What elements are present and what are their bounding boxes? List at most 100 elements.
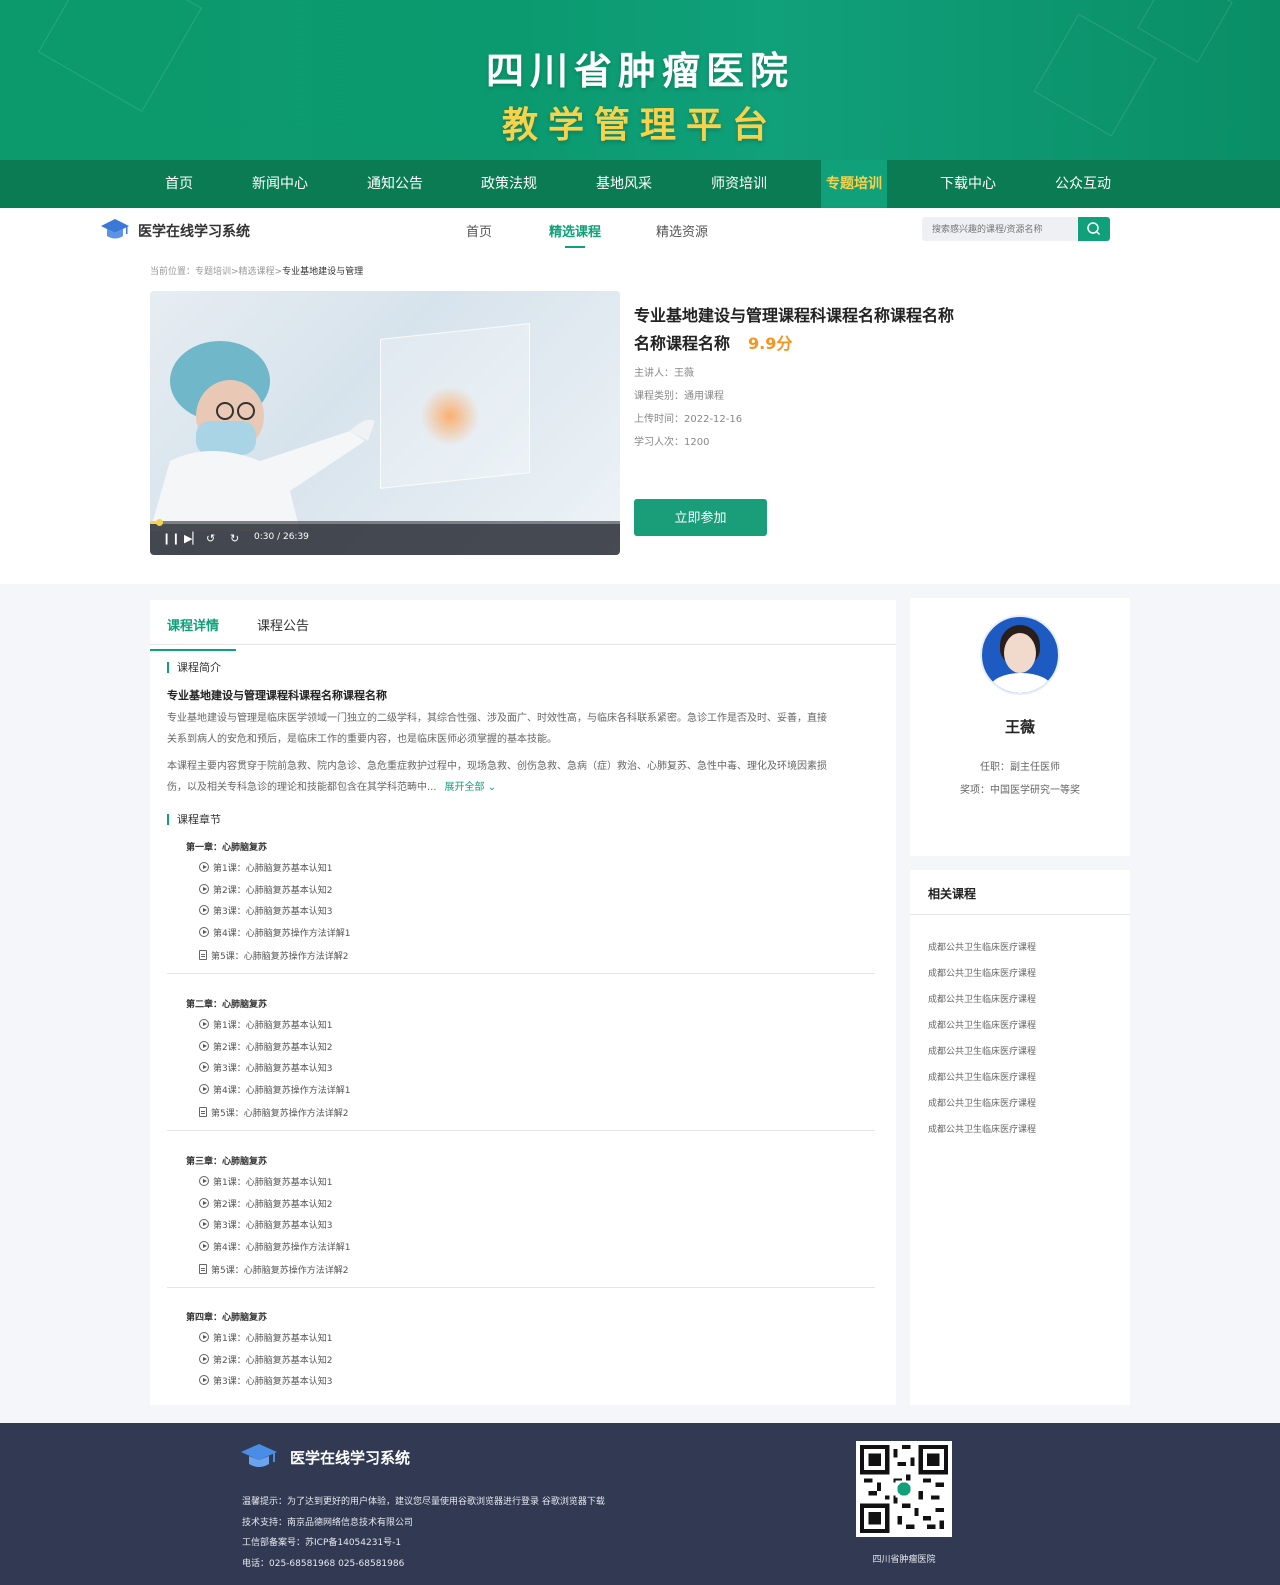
lesson-item[interactable]: 第3课：心肺脑复苏基本认知3 bbox=[199, 1375, 332, 1387]
avatar-body bbox=[990, 673, 1052, 693]
intro-p1-line1: 专业基地建设与管理是临床医学领域一门独立的二级学科，其综合性强、涉及面广、时效性… bbox=[167, 713, 827, 724]
expand-all-link[interactable]: 展开全部 ⌄ bbox=[445, 782, 497, 793]
search-input[interactable] bbox=[922, 217, 1077, 241]
lesson-item[interactable]: 第1课：心肺脑复苏基本认知1 bbox=[199, 1176, 332, 1188]
intro-heading: 专业基地建设与管理课程科课程名称课程名称 bbox=[167, 689, 387, 702]
course-score: 9.9分 bbox=[748, 334, 793, 353]
related-item[interactable]: 成都公共卫生临床医疗课程 bbox=[928, 1044, 1036, 1057]
tab-home[interactable]: 首页 bbox=[466, 221, 492, 240]
document-icon bbox=[199, 950, 207, 960]
banner-subtitle: 教学管理平台 bbox=[501, 105, 778, 146]
play-icon bbox=[199, 862, 209, 872]
rewind-icon[interactable]: ↺ bbox=[206, 533, 215, 545]
next-icon[interactable]: ▶▏ bbox=[184, 533, 201, 545]
course-content: 课程详情 课程公告 课程简介 专业基地建设与管理课程科课程名称课程名称 专业基地… bbox=[149, 600, 896, 1405]
lesson-item[interactable]: 第3课：心肺脑复苏基本认知3 bbox=[199, 1219, 332, 1231]
nav-item-base[interactable]: 基地风采 bbox=[591, 160, 657, 208]
intro-p1-line2: 关系到病人的安危和预后，是临床工作的重要内容，也是临床医师必须掌握的基本技能。 bbox=[167, 734, 557, 745]
play-icon bbox=[199, 1354, 209, 1364]
nav-item-home[interactable]: 首页 bbox=[146, 160, 212, 208]
lesson-label: 第2课：心肺脑复苏基本认知2 bbox=[213, 1043, 333, 1053]
nav-item-public[interactable]: 公众互动 bbox=[1050, 160, 1116, 208]
video-controls: ❙❙ ▶▏ ↺ ↻ 0:30 / 26:39 bbox=[150, 519, 620, 555]
play-icon bbox=[199, 1219, 209, 1229]
lesson-item[interactable]: 第5课：心肺脑复苏操作方法详解2 bbox=[199, 950, 348, 962]
lesson-item[interactable]: 第1课：心肺脑复苏基本认知1 bbox=[199, 1019, 332, 1031]
video-player[interactable]: ❙❙ ▶▏ ↺ ↻ 0:30 / 26:39 bbox=[150, 291, 620, 555]
nav-item-topic-training[interactable]: 专题培训 bbox=[821, 160, 887, 208]
video-progress-bar[interactable] bbox=[150, 521, 620, 524]
banner: 四川省肿瘤医院 教学管理平台 bbox=[0, 0, 1280, 160]
lesson-label: 第4课：心肺脑复苏操作方法详解1 bbox=[213, 1086, 351, 1096]
document-icon bbox=[199, 1264, 207, 1274]
lesson-item[interactable]: 第2课：心肺脑复苏基本认知2 bbox=[199, 1354, 332, 1366]
chapter-title: 第一章：心肺脑复苏 bbox=[186, 843, 268, 853]
related-item[interactable]: 成都公共卫生临床医疗课程 bbox=[928, 1096, 1036, 1109]
play-icon bbox=[199, 1019, 209, 1029]
search-button[interactable] bbox=[1078, 217, 1110, 241]
related-title: 相关课程 bbox=[928, 887, 977, 901]
footer-phone: 电话：025-68581968 025-68581986 bbox=[242, 1559, 405, 1569]
lesson-label: 第1课：心肺脑复苏基本认知1 bbox=[213, 864, 333, 874]
lesson-item[interactable]: 第4课：心肺脑复苏操作方法详解1 bbox=[199, 1241, 350, 1253]
lesson-item[interactable]: 第1课：心肺脑复苏基本认知1 bbox=[199, 1332, 332, 1344]
breadcrumb-current: 专业基地建设与管理 bbox=[282, 267, 364, 277]
join-button[interactable]: 立即参加 bbox=[634, 499, 767, 536]
course-lecturer: 主讲人：王薇 bbox=[634, 368, 694, 379]
lesson-item[interactable]: 第5课：心肺脑复苏操作方法详解2 bbox=[199, 1264, 348, 1276]
pause-icon[interactable]: ❙❙ bbox=[162, 533, 180, 545]
nav-item-download[interactable]: 下载中心 bbox=[935, 160, 1001, 208]
play-icon bbox=[199, 1241, 209, 1251]
avatar-face bbox=[1004, 633, 1036, 673]
lesson-item[interactable]: 第2课：心肺脑复苏基本认知2 bbox=[199, 1041, 332, 1053]
course-title-line2: 名称课程名称 bbox=[634, 334, 731, 353]
search-icon bbox=[1087, 222, 1101, 236]
lesson-label: 第4课：心肺脑复苏操作方法详解1 bbox=[213, 929, 351, 939]
tab-course-detail[interactable]: 课程详情 bbox=[149, 615, 237, 651]
lesson-label: 第3课：心肺脑复苏基本认知3 bbox=[213, 1064, 333, 1074]
tab-course-notice[interactable]: 课程公告 bbox=[257, 615, 309, 634]
qr-code-image bbox=[860, 1445, 948, 1533]
related-item[interactable]: 成都公共卫生临床医疗课程 bbox=[928, 1122, 1036, 1135]
tab-selected-courses[interactable]: 精选课程 bbox=[549, 221, 601, 248]
lesson-item[interactable]: 第4课：心肺脑复苏操作方法详解1 bbox=[199, 1084, 350, 1096]
breadcrumb-path[interactable]: 当前位置：专题培训>精选课程> bbox=[150, 267, 282, 277]
related-item[interactable]: 成都公共卫生临床医疗课程 bbox=[928, 966, 1036, 979]
related-item[interactable]: 成都公共卫生临床医疗课程 bbox=[928, 1018, 1036, 1031]
teacher-name: 王薇 bbox=[1004, 718, 1035, 736]
play-icon bbox=[199, 1198, 209, 1208]
teacher-card: 王薇 任职：副主任医师 奖项：中国医学研究一等奖 bbox=[910, 598, 1130, 856]
related-item[interactable]: 成都公共卫生临床医疗课程 bbox=[928, 940, 1036, 953]
video-progress-knob[interactable] bbox=[155, 519, 163, 526]
lesson-item[interactable]: 第3课：心肺脑复苏基本认知3 bbox=[199, 905, 332, 917]
lesson-item[interactable]: 第2课：心肺脑复苏基本认知2 bbox=[199, 1198, 332, 1210]
footer: 医学在线学习系统 温馨提示：为了达到更好的用户体验，建议您尽量使用谷歌浏览器进行… bbox=[0, 1423, 1280, 1585]
lesson-item[interactable]: 第1课：心肺脑复苏基本认知1 bbox=[199, 862, 332, 874]
breadcrumb: 当前位置：专题培训>精选课程>专业基地建设与管理 bbox=[150, 264, 363, 277]
footer-tip: 温馨提示：为了达到更好的用户体验，建议您尽量使用谷歌浏览器进行登录 谷歌浏览器下… bbox=[242, 1497, 605, 1507]
nav-item-notice[interactable]: 通知公告 bbox=[362, 160, 428, 208]
related-item[interactable]: 成都公共卫生临床医疗课程 bbox=[928, 992, 1036, 1005]
lesson-item[interactable]: 第3课：心肺脑复苏基本认知3 bbox=[199, 1062, 332, 1074]
lesson-item[interactable]: 第2课：心肺脑复苏基本认知2 bbox=[199, 884, 332, 896]
qr-code bbox=[856, 1441, 952, 1537]
nav-item-news[interactable]: 新闻中心 bbox=[247, 160, 313, 208]
teacher-avatar bbox=[980, 615, 1060, 695]
lesson-item[interactable]: 第5课：心肺脑复苏操作方法详解2 bbox=[199, 1107, 348, 1119]
play-icon bbox=[199, 1062, 209, 1072]
doctor-image bbox=[150, 341, 375, 531]
video-time: 0:30 / 26:39 bbox=[254, 532, 309, 542]
intro-paragraph-2: 本课程主要内容贯穿于院前急救、院内急诊、急危重症救护过程中，现场急救、创伤急救、… bbox=[167, 756, 875, 798]
document-icon bbox=[199, 1107, 207, 1117]
graduation-cap-icon bbox=[241, 1444, 277, 1467]
lesson-label: 第3课：心肺脑复苏基本认知3 bbox=[213, 1377, 333, 1387]
related-item[interactable]: 成都公共卫生临床医疗课程 bbox=[928, 1070, 1036, 1083]
forward-icon[interactable]: ↻ bbox=[230, 533, 239, 545]
qr-label: 四川省肿瘤医院 bbox=[872, 1555, 936, 1565]
play-icon bbox=[199, 927, 209, 937]
nav-item-policy[interactable]: 政策法规 bbox=[476, 160, 542, 208]
nav-item-teacher-training[interactable]: 师资培训 bbox=[706, 160, 772, 208]
tab-selected-resources[interactable]: 精选资源 bbox=[656, 221, 708, 240]
course-title: 专业基地建设与管理课程科课程名称课程名称 名称课程名称 9.9分 bbox=[634, 302, 994, 358]
lesson-item[interactable]: 第4课：心肺脑复苏操作方法详解1 bbox=[199, 927, 350, 939]
